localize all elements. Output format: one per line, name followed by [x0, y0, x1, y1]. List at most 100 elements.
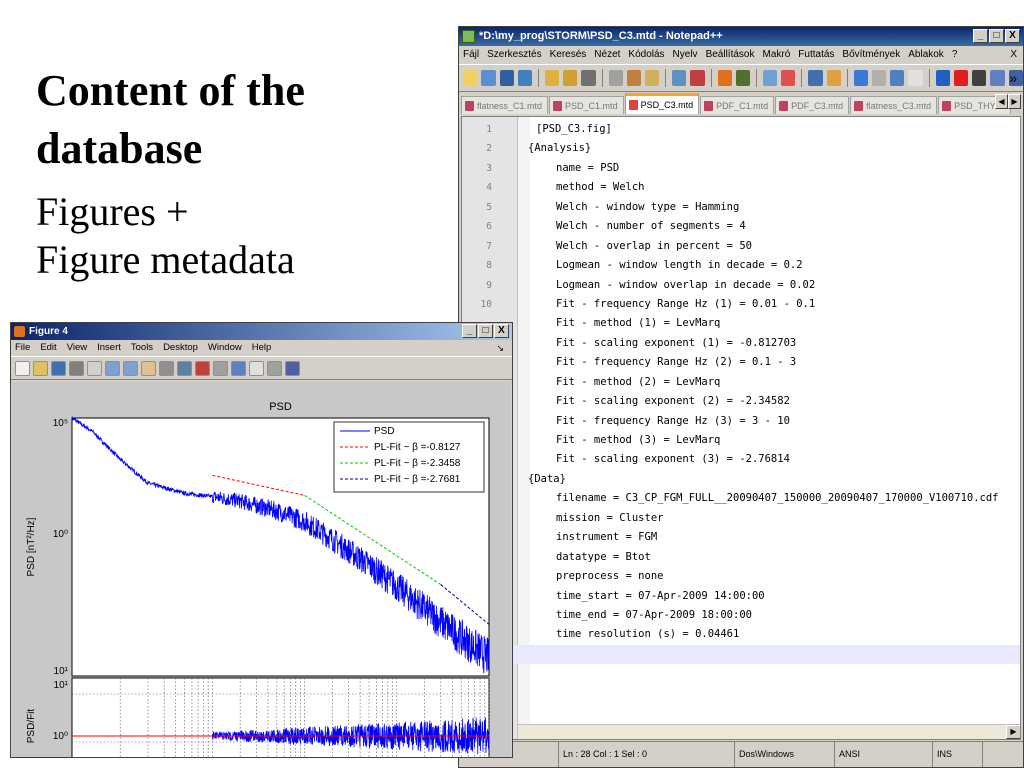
menu-item[interactable]: Nyelv	[673, 46, 698, 64]
code-line: datatype = Btot	[462, 548, 1020, 567]
menu-item[interactable]: Keresés	[550, 46, 587, 64]
indent-guide-icon[interactable]	[871, 70, 887, 86]
close-all-icon[interactable]	[563, 70, 578, 86]
slide-title-line: database	[36, 124, 203, 173]
new-file-icon[interactable]	[463, 70, 478, 86]
save-icon[interactable]	[499, 70, 514, 86]
find-icon[interactable]	[717, 70, 732, 86]
data-cursor-icon[interactable]	[177, 360, 192, 376]
menu-item[interactable]: Makró	[762, 46, 790, 64]
wrap-icon[interactable]	[826, 70, 841, 86]
hide-tools-icon[interactable]	[267, 360, 282, 376]
pan-icon[interactable]	[141, 360, 156, 376]
legend-icon[interactable]	[249, 360, 264, 376]
code-line: 8 Logmean - window length in decade = 0.2	[462, 256, 1020, 275]
legend-label: PL-Fit ~ β =-2.3458	[374, 458, 461, 469]
run-macro-icon[interactable]	[990, 70, 1005, 86]
menu-item[interactable]: Futtatás	[798, 46, 834, 64]
menu-item[interactable]: Beállítások	[706, 46, 755, 64]
menu-item[interactable]: Edit	[40, 340, 56, 356]
record-macro-icon[interactable]	[935, 70, 950, 86]
maximize-button[interactable]: □	[989, 29, 1004, 43]
toolbar-separator	[710, 69, 712, 87]
menu-item[interactable]: Szerkesztés	[487, 46, 541, 64]
open-file-icon[interactable]	[481, 70, 496, 86]
menu-item[interactable]: Nézet	[594, 46, 620, 64]
tab-file[interactable]: flatness_C1.mtd	[461, 96, 549, 114]
cut-icon[interactable]	[608, 70, 623, 86]
menu-item[interactable]: Insert	[97, 340, 121, 356]
scroll-right-icon[interactable]: ▶	[1006, 725, 1020, 739]
sync-scroll-icon[interactable]	[808, 70, 823, 86]
menu-item[interactable]: Window	[208, 340, 242, 356]
function-list-icon[interactable]	[908, 70, 923, 86]
status-mode: INS	[933, 742, 983, 767]
replace-icon[interactable]	[735, 70, 751, 86]
notepad-titlebar[interactable]: *D:\my_prog\STORM\PSD_C3.mtd - Notepad++…	[459, 27, 1023, 46]
code-line: 1 [PSD_C3.fig]	[462, 120, 1020, 139]
menu-item[interactable]: File	[15, 340, 30, 356]
doc-map-icon[interactable]	[890, 70, 905, 86]
zoom-out-icon[interactable]	[781, 70, 796, 86]
minimize-button[interactable]: _	[462, 324, 477, 338]
redo-icon[interactable]	[690, 70, 705, 86]
show-tools-icon[interactable]	[285, 360, 300, 376]
tab-file[interactable]: PSD_C3.mtd	[624, 93, 700, 114]
select-arrow-icon[interactable]	[87, 360, 102, 376]
tab-file[interactable]: PDF_C1.mtd	[700, 96, 775, 114]
menu-item[interactable]: Kódolás	[628, 46, 664, 64]
notepad-app-icon	[462, 30, 475, 43]
stop-macro-icon[interactable]	[953, 70, 969, 86]
editor-area[interactable]: 1 [PSD_C3.fig] 2 {Analysis} 3 name = PSD 4 meth…	[461, 116, 1021, 740]
tab-scroll-left-icon[interactable]: ◀	[995, 94, 1008, 109]
horizontal-scrollbar[interactable]: ▶	[518, 724, 1020, 739]
maximize-button[interactable]: □	[478, 324, 493, 338]
zoom-out-icon[interactable]	[123, 360, 138, 376]
rotate-icon[interactable]	[159, 360, 174, 376]
code-text: Logmean - window length in decade = 0.2	[556, 259, 803, 272]
menu-item[interactable]: Help	[252, 340, 272, 356]
menu-item[interactable]: ?	[952, 46, 958, 64]
code-text: Welch - number of segments = 4	[556, 220, 746, 233]
copy-icon[interactable]	[626, 70, 642, 86]
tab-label: PSD_C3.mtd	[640, 100, 694, 110]
tab-file[interactable]: flatness_C3.mtd	[850, 96, 938, 114]
print-icon[interactable]	[581, 70, 596, 86]
paste-icon[interactable]	[645, 70, 660, 86]
brush-icon[interactable]	[195, 360, 210, 376]
print-icon[interactable]	[69, 360, 84, 376]
menu-item[interactable]: Fájl	[463, 46, 479, 64]
tab-scroll-right-icon[interactable]: ▶	[1008, 94, 1021, 109]
colorbar-icon[interactable]	[231, 360, 246, 376]
menu-item[interactable]: Tools	[131, 340, 153, 356]
new-figure-icon[interactable]	[15, 360, 30, 376]
all-chars-icon[interactable]	[853, 70, 868, 86]
save-icon[interactable]	[51, 360, 66, 376]
toolbar-overflow-icon[interactable]: »	[1009, 70, 1017, 86]
close-icon[interactable]	[544, 70, 560, 86]
zoom-in-icon[interactable]	[762, 70, 778, 86]
menu-item[interactable]: Desktop	[163, 340, 198, 356]
zoom-in-icon[interactable]	[105, 360, 120, 376]
play-macro-icon[interactable]	[972, 70, 987, 86]
menu-item[interactable]: View	[67, 340, 87, 356]
menu-item[interactable]: Ablakok	[908, 46, 944, 64]
document-close-icon[interactable]: X	[1010, 46, 1017, 64]
minimize-button[interactable]: _	[973, 29, 988, 43]
tab-file[interactable]: PSD_C1.mtd	[549, 96, 624, 114]
open-icon[interactable]	[33, 360, 48, 376]
dock-arrow-icon[interactable]: ↘	[496, 340, 504, 356]
tab-file[interactable]: PDF_C3.mtd	[775, 96, 850, 114]
save-all-icon[interactable]	[517, 70, 532, 86]
figure-titlebar[interactable]: Figure 4 _ □ X	[11, 323, 512, 340]
line-number: 2	[486, 143, 492, 155]
plot-title: PSD	[269, 401, 292, 413]
tab-label: PDF_C1.mtd	[716, 100, 769, 111]
notepad-title: *D:\my_prog\STORM\PSD_C3.mtd - Notepad++	[479, 30, 723, 42]
menu-item[interactable]: Bővítmények	[842, 46, 900, 64]
close-button[interactable]: X	[1005, 29, 1020, 43]
close-button[interactable]: X	[494, 324, 509, 338]
line-number: 10	[480, 298, 492, 310]
link-icon[interactable]	[213, 360, 228, 376]
undo-icon[interactable]	[672, 70, 687, 86]
